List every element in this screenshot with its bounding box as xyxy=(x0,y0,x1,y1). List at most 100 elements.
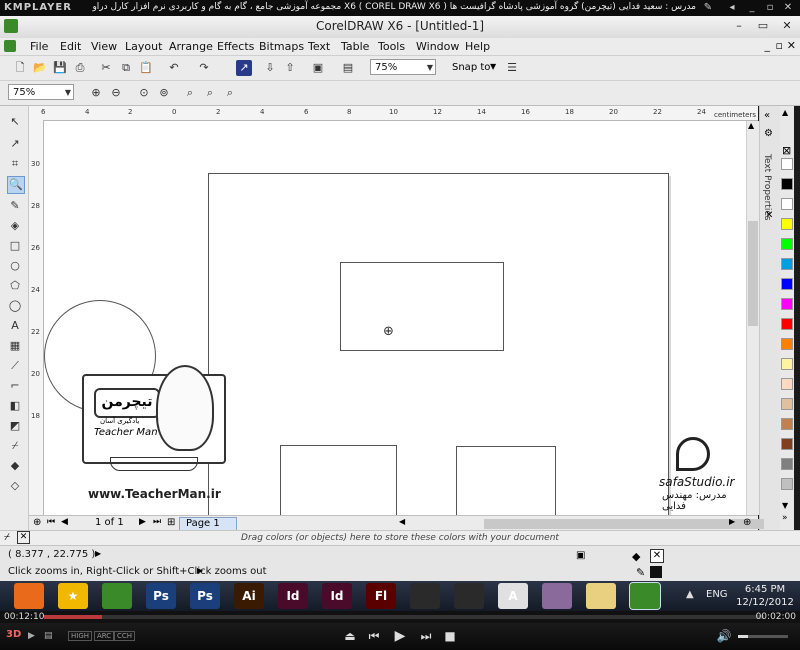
zoom-level-combo-2[interactable]: 75% ▼ xyxy=(8,84,74,100)
taskbar-app-app-gear-1-icon[interactable] xyxy=(410,583,440,609)
menu-help[interactable]: Help xyxy=(465,40,490,53)
volume-icon[interactable]: 🔊 xyxy=(716,628,732,644)
color-swatch[interactable] xyxy=(781,338,793,350)
zoom-in-icon[interactable]: ⊕ xyxy=(88,85,104,101)
color-swatch[interactable] xyxy=(781,438,793,450)
fill-tool-icon[interactable]: ◆ xyxy=(7,458,23,474)
kmplayer-menu-icon[interactable]: ◂ xyxy=(724,1,740,15)
export-icon[interactable]: ⇧ xyxy=(282,60,298,76)
cut-icon[interactable]: ✂ xyxy=(98,60,114,76)
quality-tag[interactable]: ARC xyxy=(94,631,115,641)
doc-info-icon[interactable]: ⊕ xyxy=(33,517,41,528)
zoom-pan-icon[interactable]: ⊕ xyxy=(743,517,751,528)
basic-shapes-icon[interactable]: ◯ xyxy=(7,298,23,314)
docker-expand-icon[interactable]: « xyxy=(764,110,770,121)
menu-window[interactable]: Window xyxy=(416,40,459,53)
quality-tag[interactable]: HIGH xyxy=(68,631,93,641)
open-icon[interactable]: 📂 xyxy=(32,60,48,76)
search-content-icon[interactable]: ↗ xyxy=(236,60,252,76)
color-swatch[interactable] xyxy=(781,258,793,270)
options-icon[interactable]: ☰ xyxy=(504,60,520,76)
minimize-button[interactable]: – xyxy=(728,18,750,34)
palette-scroll-up-icon[interactable]: ▲ xyxy=(782,108,788,117)
outline-pen-icon[interactable]: ✎ xyxy=(636,566,645,579)
color-swatch[interactable] xyxy=(781,378,793,390)
next-page-icon[interactable]: ▶ xyxy=(139,517,146,527)
hscroll-right-icon[interactable]: ▶ xyxy=(729,517,735,526)
kmplayer-minimize-icon[interactable]: _ xyxy=(744,1,760,15)
color-swatch[interactable] xyxy=(781,158,793,170)
menu-view[interactable]: View xyxy=(91,40,117,53)
freehand-tool-icon[interactable]: ✎ xyxy=(7,198,23,214)
rectangle-shape[interactable] xyxy=(340,262,504,351)
next-icon[interactable]: ⏭ xyxy=(418,628,434,644)
playlist-icon[interactable]: ▤ xyxy=(44,631,53,641)
menu-file[interactable]: File xyxy=(30,40,48,53)
last-page-icon[interactable]: ⏭ xyxy=(153,517,161,527)
rectangle-shape[interactable] xyxy=(456,446,556,515)
taskbar-app-photoshop-1-icon[interactable]: Ps xyxy=(146,583,176,609)
fill-swatch-none[interactable]: ✕ xyxy=(650,549,664,563)
eject-icon[interactable]: ⏏ xyxy=(342,628,358,644)
pin-icon[interactable]: ✎ xyxy=(700,1,716,15)
horizontal-scroll-thumb[interactable] xyxy=(484,519,764,529)
polygon-tool-icon[interactable]: ⬠ xyxy=(7,278,23,294)
blend-tool-icon[interactable]: ◧ xyxy=(7,398,23,414)
menu-table[interactable]: Table xyxy=(341,40,369,53)
menu-layout[interactable]: Layout xyxy=(125,40,162,53)
application-launcher-icon[interactable]: ▣ xyxy=(310,60,326,76)
first-page-icon[interactable]: ⏮ xyxy=(47,517,55,527)
table-tool-icon[interactable]: ▦ xyxy=(7,338,23,354)
menu-text[interactable]: Text xyxy=(308,40,330,53)
zoom-to-selected-icon[interactable]: ⊙ xyxy=(136,85,152,101)
eyedropper-tool-icon[interactable]: ⌿ xyxy=(7,438,23,454)
kmplayer-seekbar[interactable]: 00:12:10 00:02:00 xyxy=(0,611,800,623)
pick-tool-icon[interactable]: ↖ xyxy=(7,114,23,130)
zoom-tool-icon[interactable]: 🔍 xyxy=(7,176,25,194)
undo-icon[interactable]: ↶ xyxy=(166,60,182,76)
menu-effects[interactable]: Effects xyxy=(217,40,254,53)
maximize-button[interactable]: ▭ xyxy=(752,18,774,34)
coords-menu-chevron-icon[interactable]: ▶ xyxy=(95,549,101,558)
zoom-to-all-objects-icon[interactable]: ⊚ xyxy=(156,85,172,101)
prev-page-icon[interactable]: ◀ xyxy=(61,517,68,527)
redo-icon[interactable]: ↷ xyxy=(196,60,212,76)
taskbar-app-indesign-1-icon[interactable]: Id xyxy=(278,583,308,609)
copy-icon[interactable]: ⧉ xyxy=(118,60,134,76)
kmplayer-maximize-icon[interactable]: ▫ xyxy=(762,1,778,15)
taskbar-app-acrobat-icon[interactable]: A xyxy=(498,583,528,609)
docker-gear-icon[interactable]: ⚙ xyxy=(764,128,773,139)
interactive-fill-icon[interactable]: ◇ xyxy=(7,478,23,494)
color-proof-icon[interactable]: ▣ xyxy=(576,550,585,561)
taskbar-app-coreldraw-active-icon[interactable] xyxy=(629,582,661,610)
color-swatch[interactable] xyxy=(781,418,793,430)
ellipse-tool-icon[interactable]: ○ xyxy=(7,258,23,274)
no-color-swatch[interactable]: ⊠ xyxy=(782,144,791,157)
menu-close-icon[interactable]: ✕ xyxy=(787,39,796,52)
taskbar-app-folder-icon[interactable] xyxy=(586,583,616,609)
print-icon[interactable]: ⎙ xyxy=(72,60,88,76)
palette-scroll-down-icon[interactable]: ▼ xyxy=(782,501,788,510)
zoom-to-page-height-icon[interactable]: ⌕ xyxy=(222,85,238,101)
paste-icon[interactable]: 📋 xyxy=(138,60,154,76)
horizontal-ruler[interactable]: 6 4 2 0 2 4 6 8 10 12 14 16 18 20 22 24 … xyxy=(29,106,758,121)
menu-tools[interactable]: Tools xyxy=(378,40,405,53)
outline-swatch-black[interactable] xyxy=(650,566,662,578)
crop-tool-icon[interactable]: ⌗ xyxy=(7,156,23,172)
language-indicator[interactable]: ENG xyxy=(706,589,728,600)
color-swatch[interactable] xyxy=(781,238,793,250)
hint-chevron-icon[interactable]: ▶ xyxy=(197,566,203,575)
quality-tag[interactable]: CCH xyxy=(114,631,136,641)
vertical-scroll-thumb[interactable] xyxy=(748,221,758,326)
taskbar-app-illustrator-icon[interactable]: Ai xyxy=(234,583,264,609)
smart-fill-icon[interactable]: ◈ xyxy=(7,218,23,234)
color-swatch[interactable] xyxy=(781,478,793,490)
import-icon[interactable]: ⇩ xyxy=(262,60,278,76)
color-swatch[interactable] xyxy=(781,398,793,410)
rectangle-tool-icon[interactable]: □ xyxy=(7,238,23,254)
tray-chevron-icon[interactable]: ▲ xyxy=(686,589,694,600)
color-swatch[interactable] xyxy=(781,278,793,290)
3d-toggle-icon[interactable]: 3D xyxy=(6,629,21,640)
welcome-screen-icon[interactable]: ▤ xyxy=(340,60,356,76)
volume-slider[interactable] xyxy=(738,635,788,638)
